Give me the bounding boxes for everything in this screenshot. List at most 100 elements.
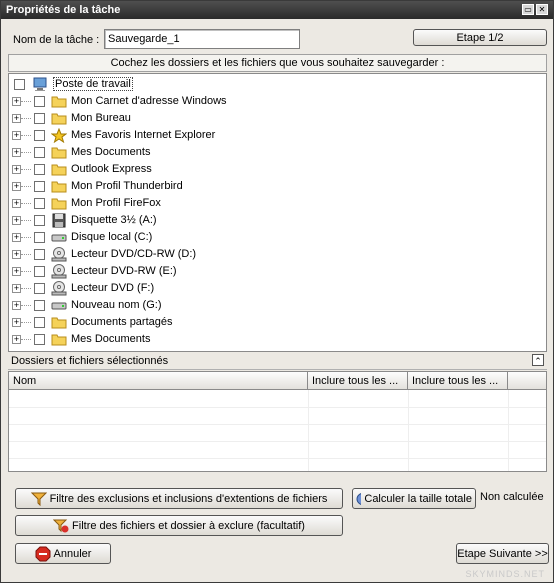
expand-toggle[interactable]: +	[12, 182, 21, 191]
cancel-button[interactable]: Annuler	[15, 543, 111, 564]
tree-connector	[21, 237, 31, 238]
folder-tree[interactable]: Poste de travail + Mon Carnet d'adresse W…	[8, 73, 547, 352]
task-name-label: Nom de la tâche :	[13, 34, 100, 46]
tree-item-label: Lecteur DVD (F:)	[71, 282, 155, 294]
expand-toggle[interactable]: +	[12, 233, 21, 242]
item-checkbox[interactable]	[34, 334, 45, 345]
expand-toggle[interactable]: +	[12, 97, 21, 106]
selection-title: Dossiers et fichiers sélectionnés	[11, 355, 169, 367]
tree-connector	[21, 186, 31, 187]
expand-toggle[interactable]: +	[12, 301, 21, 310]
expand-toggle[interactable]: +	[12, 250, 21, 259]
window-title: Propriétés de la tâche	[6, 4, 121, 16]
expand-toggle[interactable]: +	[12, 284, 21, 293]
item-checkbox[interactable]	[34, 147, 45, 158]
item-checkbox[interactable]	[34, 198, 45, 209]
tree-item-label: Mes Documents	[71, 333, 151, 345]
column-header-name[interactable]: Nom	[9, 372, 308, 390]
tree-connector	[21, 135, 31, 136]
tree-item-label: Documents partagés	[71, 316, 173, 328]
tree-item[interactable]: + Nouveau nom (G:)	[9, 297, 546, 314]
root-checkbox[interactable]	[14, 79, 25, 90]
expand-toggle[interactable]: +	[12, 335, 21, 344]
tree-item[interactable]: + Mon Carnet d'adresse Windows	[9, 93, 546, 110]
grid-column-line	[308, 390, 309, 471]
tree-root-label: Poste de travail	[53, 77, 133, 91]
column-header-include-1[interactable]: Inclure tous les ...	[308, 372, 408, 390]
tree-item[interactable]: + Mes Favoris Internet Explorer	[9, 127, 546, 144]
folder-icon	[51, 196, 67, 213]
item-checkbox[interactable]	[34, 300, 45, 311]
tree-item[interactable]: + Mon Bureau	[9, 110, 546, 127]
tree-item[interactable]: + Disque local (C:)	[9, 229, 546, 246]
disk-size-icon	[356, 492, 362, 506]
item-checkbox[interactable]	[34, 249, 45, 260]
step-indicator-button[interactable]: Etape 1/2	[413, 29, 547, 46]
tree-item[interactable]: + Mon Profil FireFox	[9, 195, 546, 212]
tree-item-label: Lecteur DVD-RW (E:)	[71, 265, 177, 277]
tree-item[interactable]: + Documents partagés	[9, 314, 546, 331]
item-checkbox[interactable]	[34, 266, 45, 277]
tree-root-item[interactable]: Poste de travail	[9, 76, 546, 93]
expand-toggle[interactable]: +	[12, 267, 21, 276]
folder-icon	[51, 315, 67, 332]
expand-toggle[interactable]: +	[12, 148, 21, 157]
filter-exclude-button[interactable]: Filtre des fichiers et dossier à exclure…	[15, 515, 343, 536]
expand-toggle[interactable]: +	[12, 165, 21, 174]
next-step-button[interactable]: Etape Suivante >>	[456, 543, 549, 564]
selection-grid[interactable]: Nom Inclure tous les ... Inclure tous le…	[8, 371, 547, 472]
tree-connector	[21, 322, 31, 323]
expand-toggle[interactable]: +	[12, 318, 21, 327]
folder-icon	[51, 332, 67, 349]
item-checkbox[interactable]	[34, 283, 45, 294]
grid-line	[9, 441, 546, 442]
compute-size-button[interactable]: Calculer la taille totale	[352, 488, 476, 509]
exclude-filter-icon	[53, 519, 69, 533]
tree-item[interactable]: + Disquette 3½ (A:)	[9, 212, 546, 229]
restore-button[interactable]: ▭	[522, 4, 534, 15]
task-properties-window: Propriétés de la tâche ▭ ✕ Nom de la tâc…	[0, 0, 554, 583]
tree-item-label: Mon Bureau	[71, 112, 131, 124]
grid-line	[9, 458, 546, 459]
tree-item[interactable]: + Outlook Express	[9, 161, 546, 178]
item-checkbox[interactable]	[34, 215, 45, 226]
folder-icon	[51, 94, 67, 111]
tree-connector	[21, 118, 31, 119]
item-checkbox[interactable]	[34, 113, 45, 124]
expand-toggle[interactable]: +	[12, 131, 21, 140]
folder-icon	[51, 179, 67, 196]
item-checkbox[interactable]	[34, 317, 45, 328]
tree-item[interactable]: + Mes Documents	[9, 331, 546, 348]
compute-size-label: Calculer la taille totale	[364, 492, 472, 505]
title-bar: Propriétés de la tâche ▭ ✕	[1, 1, 553, 19]
tree-item[interactable]: + Mon Profil Thunderbird	[9, 178, 546, 195]
item-checkbox[interactable]	[34, 181, 45, 192]
tree-item-label: Nouveau nom (G:)	[71, 299, 162, 311]
tree-connector	[21, 203, 31, 204]
tree-item[interactable]: + Lecteur DVD-RW (E:)	[9, 263, 546, 280]
tree-item-label: Disquette 3½ (A:)	[71, 214, 157, 226]
expand-toggle[interactable]: +	[12, 216, 21, 225]
folder-icon	[51, 111, 67, 128]
item-checkbox[interactable]	[34, 232, 45, 243]
task-name-input[interactable]: Sauvegarde_1	[104, 29, 300, 49]
funnel-icon	[30, 492, 47, 506]
tree-item[interactable]: + Lecteur DVD/CD-RW (D:)	[9, 246, 546, 263]
column-header-include-2[interactable]: Inclure tous les ...	[408, 372, 508, 390]
expand-toggle[interactable]: +	[12, 199, 21, 208]
item-checkbox[interactable]	[34, 164, 45, 175]
close-button[interactable]: ✕	[536, 4, 548, 15]
tree-connector	[21, 271, 31, 272]
grid-column-line	[508, 390, 509, 471]
filter-exclude-label: Filtre des fichiers et dossier à exclure…	[72, 519, 305, 532]
filter-extensions-button[interactable]: Filtre des exclusions et inclusions d'ex…	[15, 488, 343, 509]
collapse-selection-button[interactable]: ⌃	[532, 354, 544, 366]
tree-connector	[21, 169, 31, 170]
tree-item[interactable]: + Mes Documents	[9, 144, 546, 161]
item-checkbox[interactable]	[34, 96, 45, 107]
tree-item[interactable]: + Lecteur DVD (F:)	[9, 280, 546, 297]
tree-item-label: Mon Profil FireFox	[71, 197, 161, 209]
item-checkbox[interactable]	[34, 130, 45, 141]
tree-item-label: Mes Documents	[71, 146, 151, 158]
expand-toggle[interactable]: +	[12, 114, 21, 123]
